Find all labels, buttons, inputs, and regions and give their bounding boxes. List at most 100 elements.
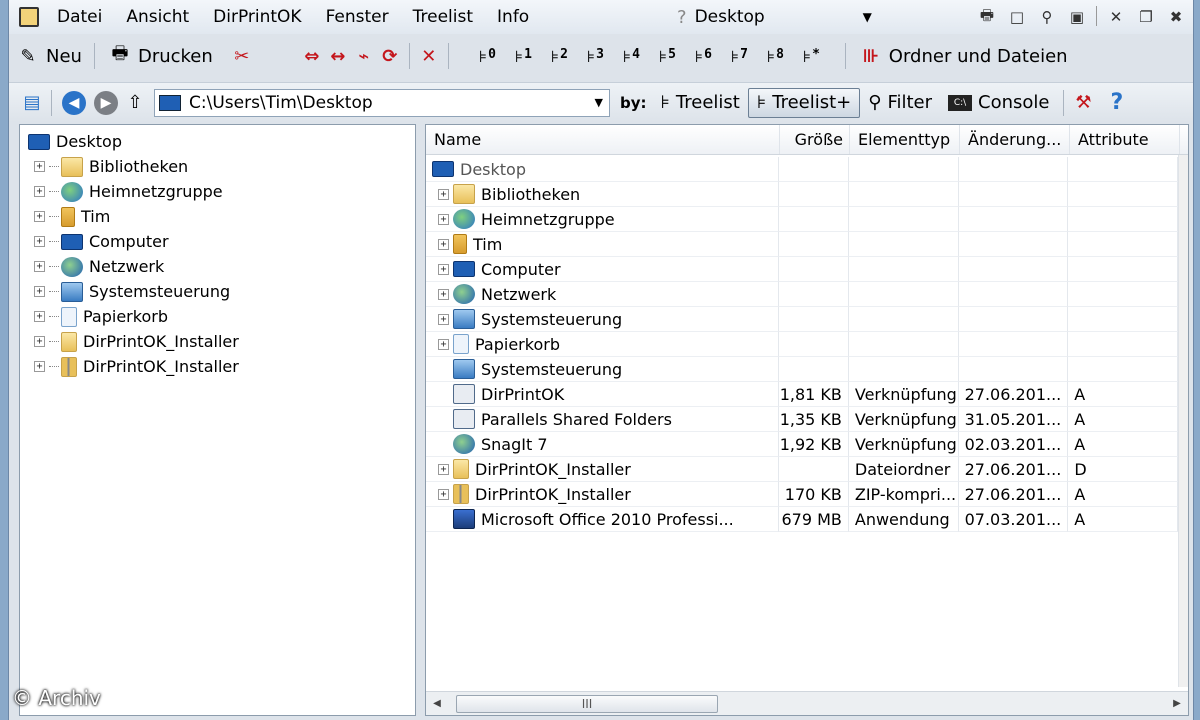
panel-toggle-icon[interactable]: ▤ (19, 90, 45, 116)
new-button[interactable]: ✎ Neu (9, 41, 88, 71)
tree-item-installer-zip[interactable]: + DirPrintOK_Installer (20, 354, 415, 379)
menu-info[interactable]: Info (485, 0, 541, 34)
path-combobox[interactable]: C:\Users\Tim\Desktop ▼ (154, 88, 610, 117)
expand-icon[interactable]: + (34, 211, 45, 222)
table-row[interactable]: SnagIt 7 1,92 KB Verknüpfung 02.03.201..… (426, 432, 1178, 457)
table-row[interactable]: Parallels Shared Folders 1,35 KB Verknüp… (426, 407, 1178, 432)
collapse-icon[interactable]: ⇔ (299, 43, 325, 69)
level-3-button[interactable]: ⊧ 3 (587, 47, 623, 66)
column-header-size[interactable]: Größe (780, 125, 850, 154)
expand-icon[interactable]: + (438, 188, 449, 200)
expand-icon[interactable]: + (438, 463, 449, 475)
window-title-dropdown[interactable]: ? Desktop ▼ (677, 0, 872, 34)
chevron-down-icon[interactable]: ▼ (863, 10, 872, 24)
refresh-icon[interactable]: ⟳ (377, 43, 403, 69)
expand-icon[interactable]: + (438, 488, 449, 500)
scroll-right-icon[interactable]: ▶ (1166, 698, 1188, 709)
expand-icon[interactable]: + (34, 186, 45, 197)
vertical-scrollbar[interactable] (1178, 155, 1188, 687)
table-row[interactable]: + Papierkorb (426, 332, 1179, 357)
list-root-row[interactable]: Desktop (426, 157, 1179, 182)
folder-tree-pane[interactable]: Desktop + Bibliotheken + Heimnetzgruppe … (19, 124, 416, 716)
scrollbar-thumb[interactable]: III (456, 694, 718, 713)
file-list-pane[interactable]: Name Größe Elementtyp Änderung... Attrib… (425, 124, 1189, 716)
filter-button[interactable]: ⚲ Filter (860, 88, 940, 118)
column-header-modified[interactable]: Änderung... (960, 125, 1070, 154)
level-8-button[interactable]: ⊧ 8 (767, 47, 803, 66)
table-row[interactable]: Microsoft Office 2010 Professi... 679 MB… (426, 507, 1178, 532)
expand-icon[interactable]: + (438, 238, 449, 250)
treelist-plus-view-button[interactable]: ⊧ Treelist+ (747, 87, 861, 118)
table-row[interactable]: DirPrintOK 1,81 KB Verknüpfung 27.06.201… (426, 382, 1178, 407)
expand-icon[interactable]: + (438, 313, 449, 325)
save-icon[interactable]: ▣ (1066, 6, 1088, 28)
table-row[interactable]: Systemsteuerung (426, 357, 1178, 382)
delete-icon[interactable]: ✕ (416, 43, 442, 69)
level-0-button[interactable]: ⊧ 0 (479, 47, 515, 66)
expand-icon[interactable]: + (34, 361, 45, 372)
expand-icon[interactable]: + (438, 288, 449, 300)
clear-icon[interactable]: ⌁ (351, 43, 377, 69)
table-row[interactable]: + DirPrintOK_Installer 170 KB ZIP-kompri.… (426, 482, 1179, 507)
expand-icon[interactable]: + (438, 338, 449, 350)
expand-icon[interactable]: + (34, 311, 45, 322)
tools-icon[interactable]: ⚒ (1070, 90, 1096, 116)
table-row[interactable]: + Tim (426, 232, 1179, 257)
console-button[interactable]: C:\ Console (940, 88, 1057, 118)
tree-item-installer-folder[interactable]: + DirPrintOK_Installer (20, 329, 415, 354)
print-button[interactable]: 🖶 Drucken (101, 41, 219, 71)
tree-item-tim[interactable]: + Tim (20, 204, 415, 229)
back-button[interactable]: ◀ (62, 90, 86, 115)
table-row[interactable]: + Computer (426, 257, 1179, 282)
level-6-button[interactable]: ⊧ 6 (695, 47, 731, 66)
table-row[interactable]: + DirPrintOK_Installer Dateiordner 27.06.… (426, 457, 1179, 482)
close-all-icon[interactable]: ✖ (1165, 6, 1187, 28)
menu-treelist[interactable]: Treelist (401, 0, 485, 34)
tree-item-computer[interactable]: + Computer (20, 229, 415, 254)
expand-icon[interactable]: + (34, 261, 45, 272)
expand-icon[interactable]: + (34, 161, 45, 172)
treelist-view-button[interactable]: ⊧ Treelist (653, 88, 748, 118)
table-row[interactable]: + Bibliotheken (426, 182, 1179, 207)
scroll-left-icon[interactable]: ◀ (426, 698, 448, 709)
table-row[interactable]: + Heimnetzgruppe (426, 207, 1179, 232)
blank-page-icon[interactable]: □ (1006, 6, 1028, 28)
search-icon[interactable]: ⚲ (1036, 6, 1058, 28)
column-header-name[interactable]: Name (426, 125, 780, 154)
table-row[interactable]: + Netzwerk (426, 282, 1179, 307)
level-1-button[interactable]: ⊧ 1 (515, 47, 551, 66)
column-header-type[interactable]: Elementtyp (850, 125, 960, 154)
level-all-button[interactable]: ⊧ * (803, 47, 839, 66)
table-row[interactable]: + Systemsteuerung (426, 307, 1179, 332)
folders-files-button[interactable]: ⊪ Ordner und Dateien (852, 41, 1074, 71)
expand-icon[interactable]: + (34, 236, 45, 247)
cut-icon[interactable]: ✂ (229, 43, 255, 69)
tree-item-papierkorb[interactable]: + Papierkorb (20, 304, 415, 329)
up-folder-icon[interactable]: ⇧ (122, 90, 148, 116)
expand-icon[interactable]: + (438, 213, 449, 225)
column-header-attributes[interactable]: Attribute (1070, 125, 1180, 154)
level-5-button[interactable]: ⊧ 5 (659, 47, 695, 66)
horizontal-scrollbar[interactable]: ◀ III ▶ (426, 691, 1188, 715)
menu-fenster[interactable]: Fenster (314, 0, 401, 34)
level-4-button[interactable]: ⊧ 4 (623, 47, 659, 66)
tree-item-systemsteuerung[interactable]: + Systemsteuerung (20, 279, 415, 304)
tree-item-bibliotheken[interactable]: + Bibliotheken (20, 154, 415, 179)
expand-icon[interactable]: + (34, 336, 45, 347)
chevron-down-icon[interactable]: ▼ (595, 96, 603, 109)
menu-datei[interactable]: Datei (45, 0, 114, 34)
tree-item-netzwerk[interactable]: + Netzwerk (20, 254, 415, 279)
cascade-icon[interactable]: ❐ (1135, 6, 1157, 28)
expand-icon[interactable]: + (34, 286, 45, 297)
menu-dirprintok[interactable]: DirPrintOK (201, 0, 313, 34)
close-tab-icon[interactable]: ✕ (1105, 6, 1127, 28)
help-icon[interactable]: ? (1110, 90, 1123, 115)
printer-icon[interactable]: 🖶 (976, 6, 998, 28)
level-7-button[interactable]: ⊧ 7 (731, 47, 767, 66)
forward-button[interactable]: ▶ (94, 90, 118, 115)
tree-root[interactable]: Desktop (20, 129, 415, 154)
expand-icon[interactable]: + (438, 263, 449, 275)
expand-icon[interactable]: ↔ (325, 43, 351, 69)
level-2-button[interactable]: ⊧ 2 (551, 47, 587, 66)
menu-ansicht[interactable]: Ansicht (114, 0, 201, 34)
